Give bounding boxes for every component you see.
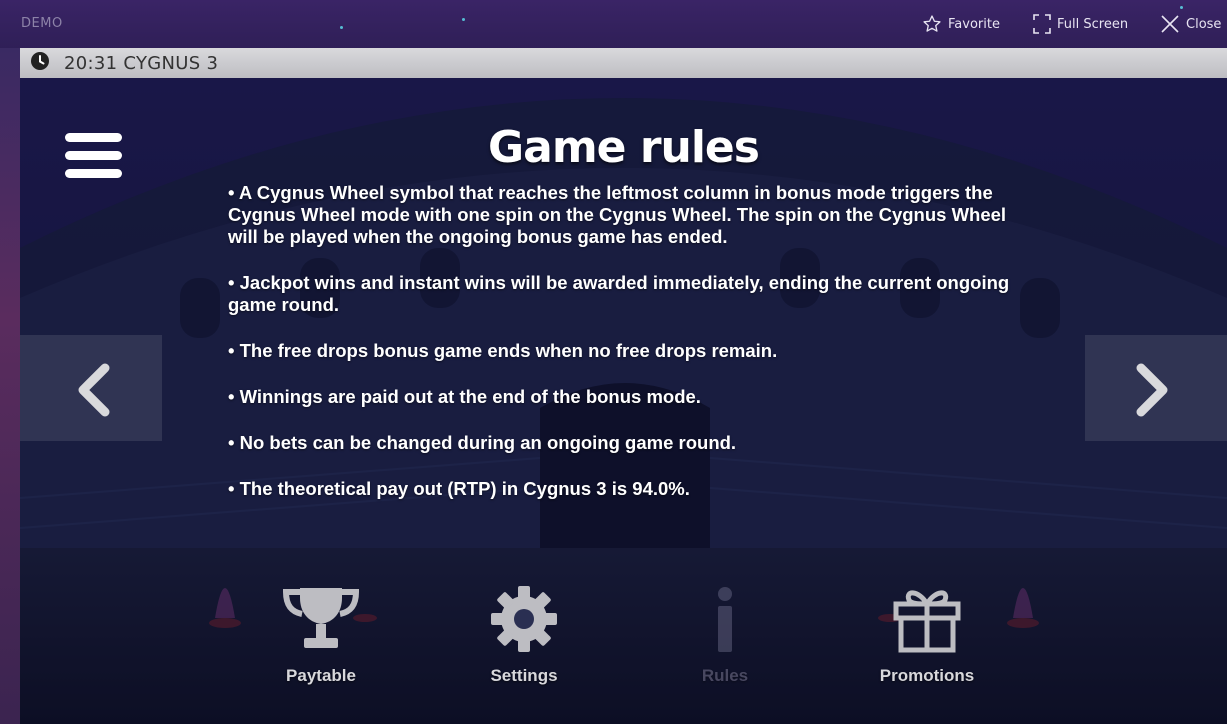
rule-paragraph: • The free drops bonus game ends when no…	[228, 340, 778, 361]
rule-paragraph: • The theoretical pay out (RTP) in Cygnu…	[228, 478, 690, 499]
left-side-decoration	[0, 48, 20, 724]
demo-label: DEMO	[21, 16, 63, 31]
rules-label: Rules	[701, 666, 749, 685]
gift-icon	[891, 582, 963, 658]
page-title: Game rules	[488, 122, 760, 173]
next-page-button[interactable]	[1085, 335, 1227, 441]
decor-star	[462, 18, 465, 21]
fullscreen-label: Full Screen	[1057, 16, 1129, 32]
favorite-label: Favorite	[948, 16, 1000, 32]
casino-game-page: DEMO Favorite Full Screen Close 20:31 CY…	[0, 0, 1227, 724]
decor-star	[1180, 6, 1183, 9]
promotions-label: Promotions	[879, 666, 975, 685]
rule-paragraph: • Jackpot wins and instant wins will be …	[228, 272, 1010, 315]
star-outline-icon	[922, 14, 942, 34]
close-label: Close	[1186, 16, 1222, 32]
game-area: Game rules • A Cygnus Wheel symbol that …	[20, 78, 1227, 724]
rules-button[interactable]: Rules	[650, 578, 800, 698]
game-time-title: 20:31 CYGNUS 3	[64, 52, 219, 74]
previous-page-button[interactable]	[20, 335, 162, 441]
info-icon	[710, 584, 740, 658]
close-button[interactable]: Close	[1160, 12, 1221, 36]
fullscreen-button[interactable]: Full Screen	[1033, 12, 1128, 36]
rule-paragraph: • Winnings are paid out at the end of th…	[228, 386, 701, 407]
trophy-icon	[282, 584, 360, 658]
fullscreen-icon	[1033, 14, 1051, 34]
game-header-bar: 20:31 CYGNUS 3	[20, 48, 1227, 78]
favorite-button[interactable]: Favorite	[922, 12, 1000, 36]
site-topbar: DEMO Favorite Full Screen Close	[0, 0, 1227, 48]
close-icon	[1160, 14, 1180, 34]
paytable-button[interactable]: Paytable	[246, 578, 396, 698]
gear-icon	[489, 584, 559, 658]
paytable-label: Paytable	[286, 666, 356, 685]
rule-paragraph: • No bets can be changed during an ongoi…	[228, 432, 737, 453]
promotions-button[interactable]: Promotions	[852, 578, 1002, 698]
decor-star	[340, 26, 343, 29]
rules-text: • A Cygnus Wheel symbol that reaches the…	[228, 182, 1038, 524]
settings-label: Settings	[490, 666, 558, 685]
rule-paragraph: • A Cygnus Wheel symbol that reaches the…	[228, 182, 1007, 247]
clock-icon	[30, 51, 50, 75]
bottom-navigation: Paytable Settings Rules Promotions	[20, 578, 1227, 698]
settings-button[interactable]: Settings	[449, 578, 599, 698]
